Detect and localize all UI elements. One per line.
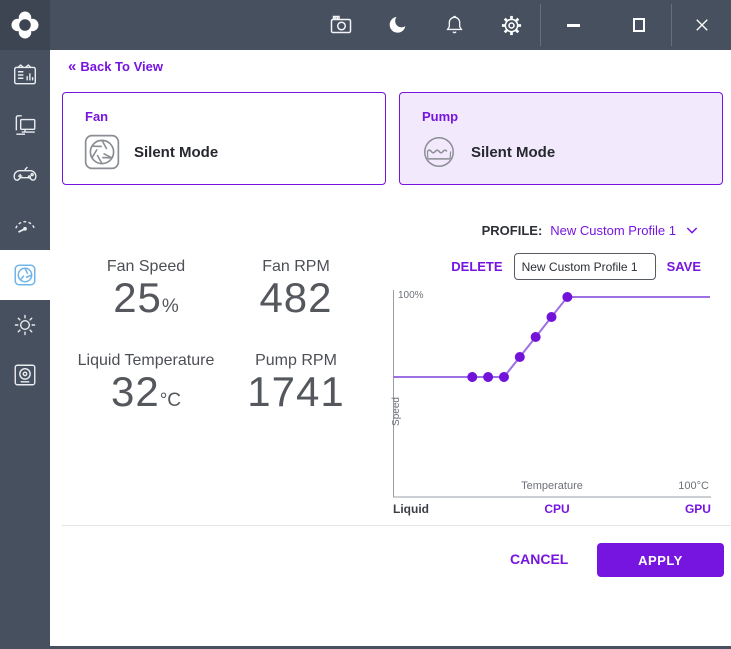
nzxt-logo-icon bbox=[10, 10, 40, 40]
pump-rpm-stat: Pump RPM 1741 bbox=[206, 352, 386, 414]
sidebar-item-pc-specs[interactable] bbox=[0, 100, 50, 150]
settings-button[interactable] bbox=[483, 0, 540, 50]
x-axis-label: Temperature bbox=[393, 480, 711, 492]
curve-point[interactable] bbox=[531, 332, 541, 342]
fan-card-title: Fan bbox=[85, 109, 108, 124]
cam-app-window: « Back To View Fan bbox=[0, 0, 731, 649]
delete-profile-button[interactable]: DELETE bbox=[451, 259, 502, 274]
minimize-button[interactable] bbox=[541, 0, 606, 50]
curve-point[interactable] bbox=[499, 372, 509, 382]
fan-rpm-stat: Fan RPM 482 bbox=[206, 258, 386, 320]
back-chevrons-icon: « bbox=[68, 58, 75, 75]
nzxt-logo[interactable] bbox=[0, 0, 50, 50]
sun-icon bbox=[12, 312, 38, 338]
screenshot-button[interactable] bbox=[312, 0, 369, 50]
tab-cpu[interactable]: CPU bbox=[544, 502, 569, 516]
minimize-icon bbox=[567, 24, 580, 27]
profile-selected-value: New Custom Profile 1 bbox=[550, 223, 676, 238]
pump-mode-card[interactable]: Pump Silent Mode bbox=[399, 92, 723, 185]
sidebar-item-cooling[interactable] bbox=[0, 250, 50, 300]
sidebar-item-games[interactable] bbox=[0, 150, 50, 200]
y-max-tick: 100% bbox=[398, 290, 424, 301]
curve-point[interactable] bbox=[483, 372, 493, 382]
apply-button[interactable]: APPLY bbox=[597, 543, 724, 577]
main-content: « Back To View Fan bbox=[50, 50, 731, 649]
titlebar-actions bbox=[312, 0, 731, 50]
pump-card-row: Silent Mode bbox=[420, 133, 555, 171]
sidebar-item-dashboard[interactable] bbox=[0, 50, 50, 100]
footer-divider bbox=[62, 525, 731, 526]
fan-speed-unit: % bbox=[162, 296, 179, 317]
profile-edit-row: DELETE SAVE bbox=[451, 253, 701, 280]
capture-icon bbox=[12, 362, 38, 388]
sidebar-item-performance[interactable] bbox=[0, 200, 50, 250]
camera-icon bbox=[329, 13, 353, 37]
titlebar bbox=[0, 0, 731, 50]
chevron-down-icon bbox=[684, 222, 700, 238]
fan-curve-svg bbox=[393, 290, 711, 500]
maximize-button[interactable] bbox=[606, 0, 671, 50]
profile-dropdown[interactable]: PROFILE: New Custom Profile 1 bbox=[482, 222, 700, 238]
gamepad-icon bbox=[12, 162, 38, 188]
moon-icon bbox=[387, 14, 409, 36]
tab-liquid[interactable]: Liquid bbox=[393, 502, 429, 516]
fan-rpm-value: 482 bbox=[206, 276, 386, 320]
curve-point[interactable] bbox=[547, 312, 557, 322]
curve-layer bbox=[393, 292, 710, 382]
pump-mode-label: Silent Mode bbox=[471, 144, 555, 161]
fan-icon bbox=[12, 262, 38, 288]
maximize-icon bbox=[633, 18, 645, 32]
dark-mode-toggle[interactable] bbox=[369, 0, 426, 50]
back-link-label: Back To View bbox=[80, 59, 163, 74]
back-to-view-link[interactable]: « Back To View bbox=[68, 58, 163, 75]
fan-curve-chart[interactable]: 100% Speed Temperature 100°C Liquid CPU … bbox=[393, 288, 711, 520]
notifications-button[interactable] bbox=[426, 0, 483, 50]
gear-icon bbox=[500, 14, 523, 37]
curve-point[interactable] bbox=[515, 352, 525, 362]
liquid-temperature-unit: °C bbox=[160, 390, 181, 411]
cancel-button[interactable]: CANCEL bbox=[510, 551, 568, 567]
sidebar-item-capture[interactable] bbox=[0, 350, 50, 400]
fan-card-row: Silent Mode bbox=[83, 133, 218, 171]
curve-point[interactable] bbox=[467, 372, 477, 382]
fan-aperture-icon bbox=[83, 133, 121, 171]
curve-point[interactable] bbox=[562, 292, 572, 302]
gauge-icon bbox=[12, 212, 38, 238]
close-button[interactable] bbox=[672, 0, 731, 50]
tab-gpu[interactable]: GPU bbox=[685, 502, 711, 516]
save-profile-button[interactable]: SAVE bbox=[667, 259, 701, 274]
x-max-tick: 100°C bbox=[678, 480, 709, 492]
pump-rpm-value: 1741 bbox=[206, 370, 386, 414]
sidebar bbox=[0, 50, 50, 649]
dashboard-icon bbox=[12, 62, 38, 88]
close-icon bbox=[693, 16, 711, 34]
pump-card-title: Pump bbox=[422, 109, 458, 124]
profile-label: PROFILE: bbox=[482, 223, 543, 238]
bell-icon bbox=[443, 14, 466, 37]
pump-water-icon bbox=[420, 133, 458, 171]
sidebar-item-lighting[interactable] bbox=[0, 300, 50, 350]
fan-mode-card[interactable]: Fan Silent Mode bbox=[62, 92, 386, 185]
pc-icon bbox=[12, 112, 38, 138]
fan-mode-label: Silent Mode bbox=[134, 144, 218, 161]
temperature-source-tabs: Liquid CPU GPU bbox=[393, 502, 711, 516]
y-axis-label: Speed bbox=[391, 397, 402, 426]
profile-name-input[interactable] bbox=[514, 253, 656, 280]
